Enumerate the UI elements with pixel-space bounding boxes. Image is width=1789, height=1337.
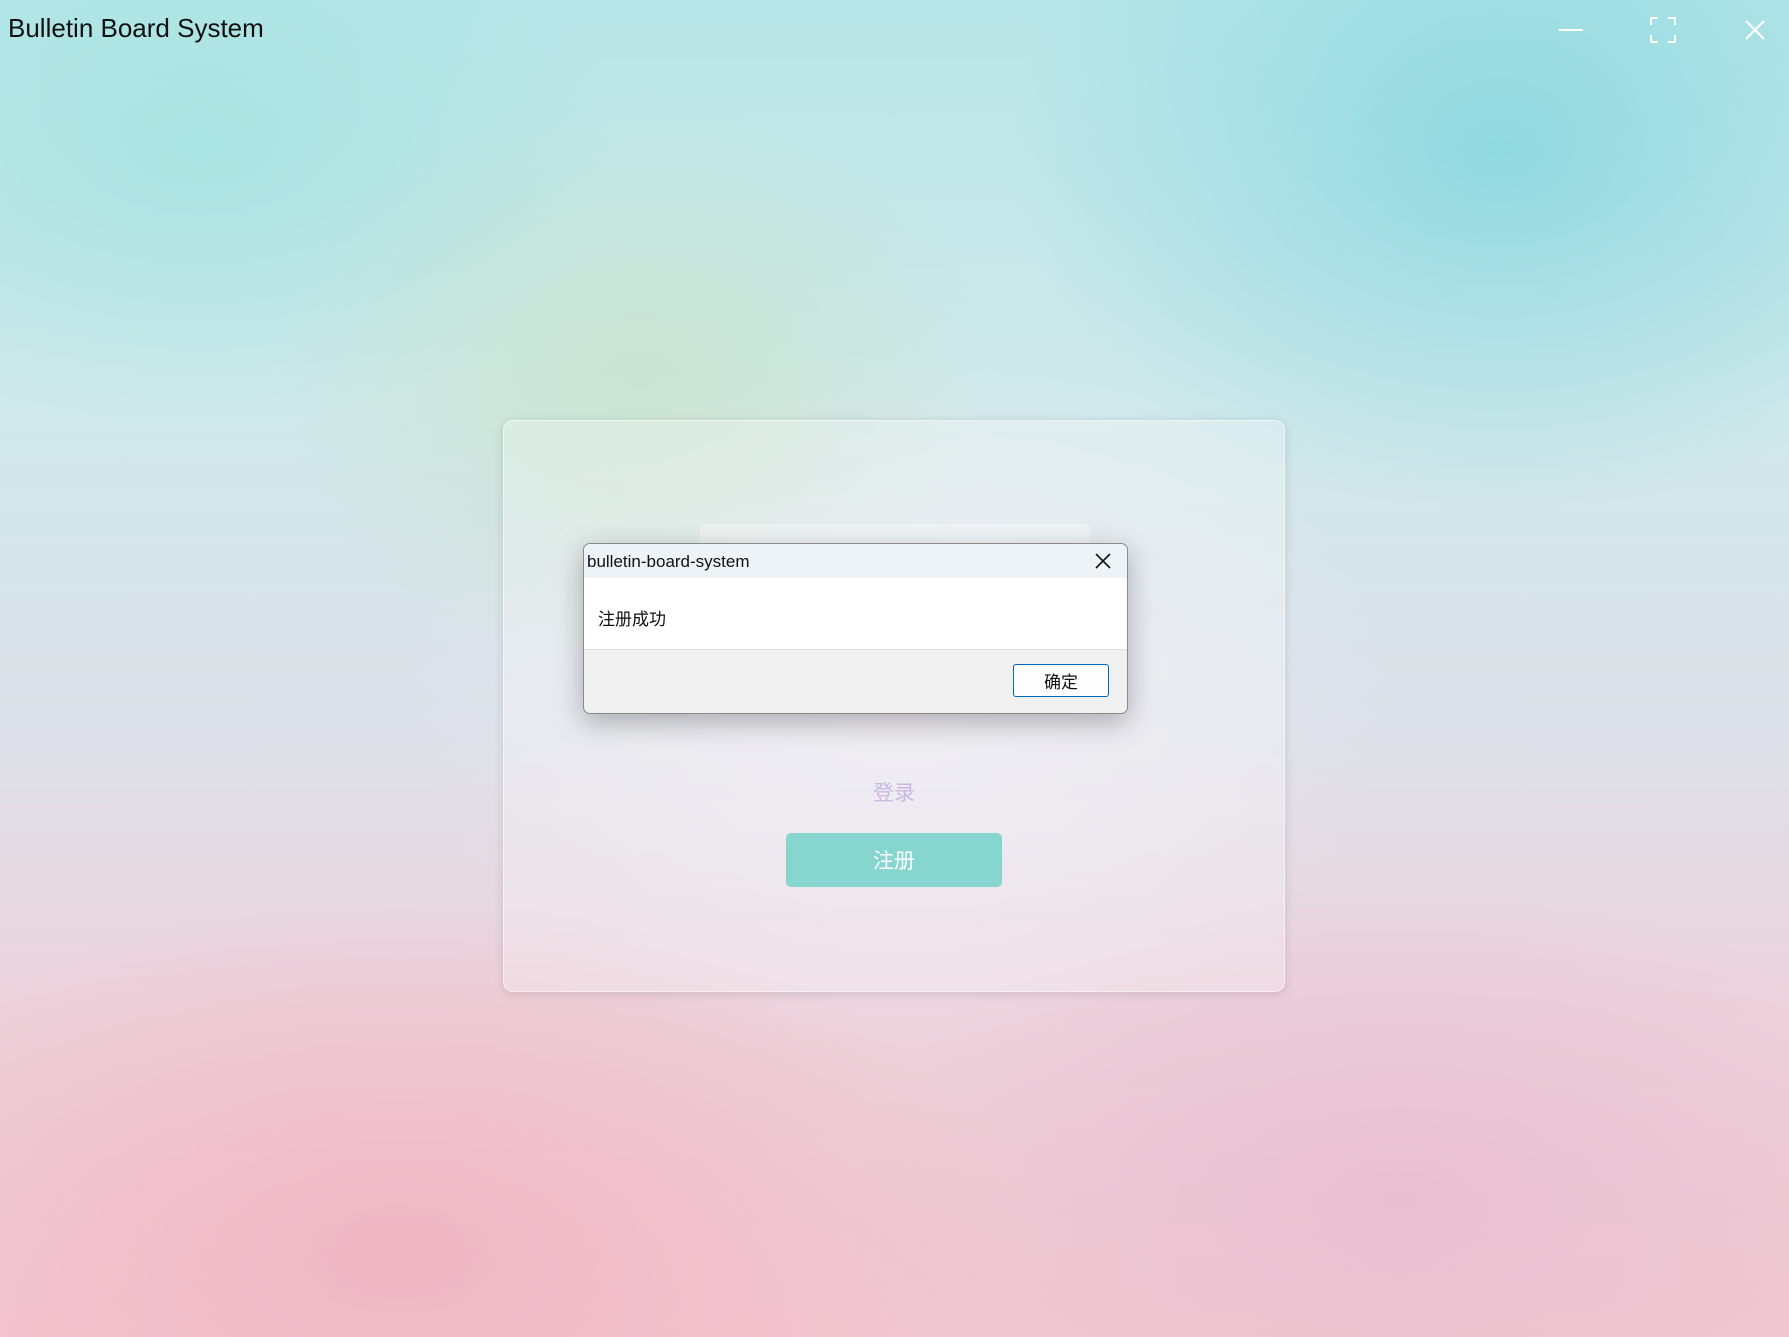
register-button[interactable]: 注册 [786, 833, 1002, 887]
maximize-button[interactable] [1632, 8, 1694, 52]
login-link[interactable]: 登录 [504, 777, 1284, 807]
ok-button[interactable]: 确定 [1013, 664, 1109, 697]
app-window: Bulletin Board System ••••••• 登录 注册 b [0, 0, 1789, 1337]
dialog-body: 注册成功 [584, 578, 1127, 650]
close-icon [1095, 553, 1111, 569]
maximize-icon [1650, 17, 1676, 43]
minimize-icon [1559, 29, 1583, 31]
minimize-button[interactable] [1540, 8, 1602, 52]
close-icon [1745, 20, 1765, 40]
dialog-titlebar: bulletin-board-system [584, 544, 1127, 578]
dialog-message: 注册成功 [598, 610, 666, 629]
window-title: Bulletin Board System [8, 13, 264, 43]
close-button[interactable] [1724, 8, 1786, 52]
dialog-title: bulletin-board-system [587, 552, 750, 571]
message-dialog: bulletin-board-system 注册成功 确定 [583, 543, 1128, 714]
dialog-close-button[interactable] [1085, 546, 1121, 576]
window-titlebar: Bulletin Board System [0, 0, 1789, 58]
